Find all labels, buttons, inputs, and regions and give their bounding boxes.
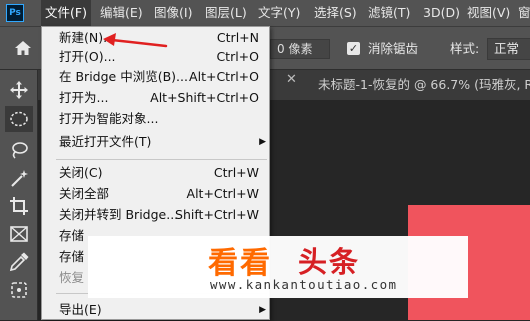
move-tool-icon[interactable] <box>9 80 29 100</box>
menu-item-open-as[interactable]: 打开为... Alt+Shift+Ctrl+O <box>42 87 269 109</box>
lasso-tool-icon[interactable] <box>9 140 29 160</box>
photoshop-logo: Ps <box>6 4 24 22</box>
menu-item-recent-files[interactable]: 最近打开文件(T) ▶ <box>42 131 269 153</box>
menu-item-shortcut: Ctrl+O <box>216 49 259 64</box>
magic-wand-tool-icon[interactable] <box>9 168 29 188</box>
elliptical-marquee-tool-icon[interactable] <box>5 106 33 132</box>
menu-item-label: 关闭(C) <box>59 165 103 180</box>
menu-item-shortcut: Ctrl+W <box>213 165 259 180</box>
menu-item-close-all[interactable]: 关闭全部 Alt+Ctrl+W <box>42 183 269 205</box>
antialias-checkbox[interactable]: ✓ <box>347 42 360 55</box>
eyedropper-tool-icon[interactable] <box>9 252 29 272</box>
watermark-brand-part2: 头条 <box>298 245 361 279</box>
menu-item-label: 打开(O)... <box>59 49 116 64</box>
healing-brush-tool-icon[interactable] <box>9 280 29 300</box>
menu-item-shortcut: Alt+Shift+Ctrl+O <box>150 90 259 105</box>
menu-item-open[interactable]: 打开(O)... Ctrl+O <box>42 46 269 68</box>
home-icon[interactable] <box>14 39 32 57</box>
tools-panel <box>0 70 38 320</box>
menu-select[interactable]: 选择(S) <box>310 0 361 26</box>
menu-item-shortcut: Alt+Ctrl+O <box>189 69 259 84</box>
menu-item-label: 最近打开文件(T) <box>59 134 152 149</box>
menu-item-label: 恢复 <box>59 270 85 285</box>
menu-filter[interactable]: 滤镜(T) <box>364 0 414 26</box>
feather-input[interactable]: 0 像素 <box>270 39 330 59</box>
watermark-banner: 看看 头条 www.kankantoutiao.com <box>88 236 468 298</box>
menu-item-label: 存储 <box>59 228 85 243</box>
menu-item-label: 打开为智能对象... <box>59 111 159 126</box>
menu-3d[interactable]: 3D(D) <box>419 0 464 26</box>
submenu-arrow-icon: ▶ <box>259 137 266 147</box>
menu-item-label: 导出(E) <box>59 302 102 317</box>
style-label: 样式: <box>450 41 480 56</box>
menu-item-label: 关闭并转到 Bridge... <box>59 207 179 222</box>
menu-edit[interactable]: 编辑(E) <box>96 0 147 26</box>
document-tab[interactable]: 未标题-1-恢复的 @ 66.7% (玛雅灰, R <box>318 72 530 98</box>
menu-separator <box>56 159 267 160</box>
watermark-url: www.kankantoutiao.com <box>210 277 398 292</box>
frame-tool-icon[interactable] <box>9 224 29 244</box>
menu-item-close[interactable]: 关闭(C) Ctrl+W <box>42 162 269 184</box>
submenu-arrow-icon: ▶ <box>259 305 266 315</box>
menu-item-label: 关闭全部 <box>59 186 110 201</box>
menu-item-shortcut: Shift+Ctrl+W <box>175 207 259 222</box>
menu-bar: Ps 文件(F) 编辑(E) 图像(I) 图层(L) 文字(Y) 选择(S) 滤… <box>0 0 530 26</box>
crop-tool-icon[interactable] <box>9 196 29 216</box>
menu-window[interactable]: 窗 <box>514 0 530 26</box>
menu-item-shortcut: Alt+Ctrl+W <box>186 186 259 201</box>
menu-item-export[interactable]: 导出(E) ▶ <box>42 299 269 321</box>
menu-item-browse-in-bridge[interactable]: 在 Bridge 中浏览(B)... Alt+Ctrl+O <box>42 66 269 88</box>
menu-item-label: 在 Bridge 中浏览(B)... <box>59 69 188 84</box>
close-tab-icon[interactable]: ✕ <box>286 72 297 87</box>
menu-view[interactable]: 视图(V) <box>463 0 514 26</box>
menu-file[interactable]: 文件(F) <box>41 0 91 26</box>
menu-type[interactable]: 文字(Y) <box>254 0 304 26</box>
menu-layer[interactable]: 图层(L) <box>201 0 251 26</box>
menu-image[interactable]: 图像(I) <box>150 0 196 26</box>
menu-item-open-as-smart-object[interactable]: 打开为智能对象... <box>42 108 269 130</box>
menu-item-label: 存储 <box>59 249 85 264</box>
style-select[interactable]: 正常 <box>487 38 530 60</box>
antialias-label: 消除锯齿 <box>368 41 419 56</box>
watermark-brand-part1: 看看 <box>208 246 272 281</box>
menu-item-close-and-go-to-bridge[interactable]: 关闭并转到 Bridge... Shift+Ctrl+W <box>42 204 269 226</box>
menu-item-label: 打开为... <box>59 90 109 105</box>
